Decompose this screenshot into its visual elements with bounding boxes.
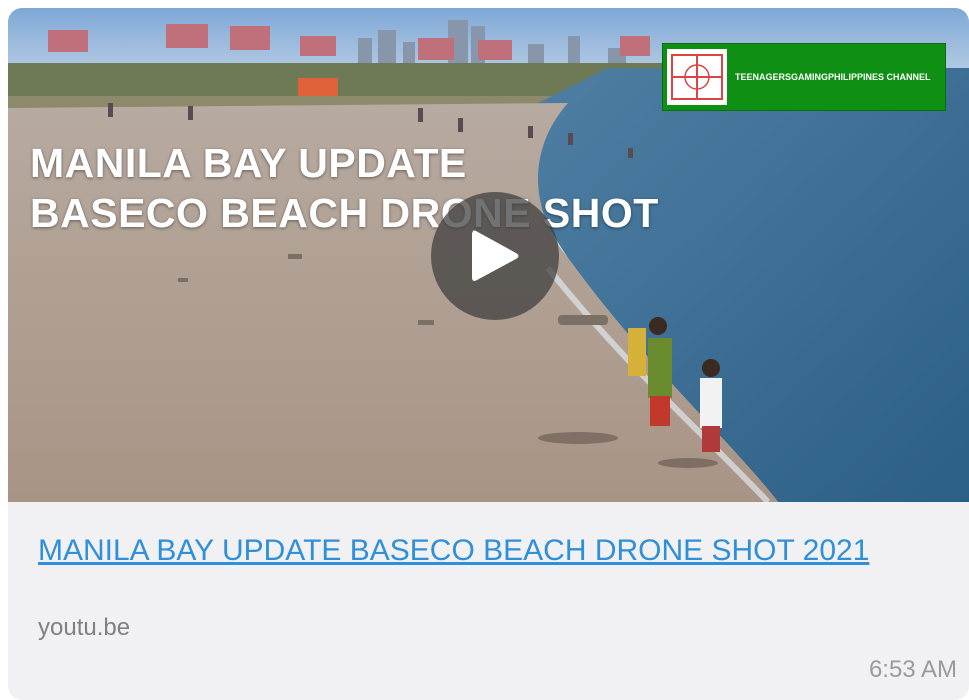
channel-name: TEENAGERSGAMINGPHILIPPINES CHANNEL xyxy=(735,71,931,82)
channel-logo-icon xyxy=(671,54,723,100)
link-info: MANILA BAY UPDATE BASECO BEACH DRONE SHO… xyxy=(8,502,969,700)
video-thumbnail[interactable]: MANILA BAY UPDATE BASECO BEACH DRONE SHO… xyxy=(8,8,969,502)
video-overlay-title: MANILA BAY UPDATE BASECO BEACH DRONE SHO… xyxy=(30,138,659,238)
channel-logo xyxy=(667,49,727,105)
message-timestamp: 6:53 AM xyxy=(868,656,957,683)
link-preview-card[interactable]: MANILA BAY UPDATE BASECO BEACH DRONE SHO… xyxy=(8,8,969,700)
link-domain: youtu.be xyxy=(38,614,131,641)
channel-badge: TEENAGERSGAMINGPHILIPPINES CHANNEL xyxy=(662,43,946,111)
link-title[interactable]: MANILA BAY UPDATE BASECO BEACH DRONE SHO… xyxy=(38,534,918,568)
overlay-title-line1: MANILA BAY UPDATE xyxy=(30,140,467,186)
play-icon xyxy=(472,230,519,281)
overlay-title-line2: BASECO BEACH DRONE SHOT xyxy=(30,190,659,236)
play-button[interactable] xyxy=(431,192,559,320)
